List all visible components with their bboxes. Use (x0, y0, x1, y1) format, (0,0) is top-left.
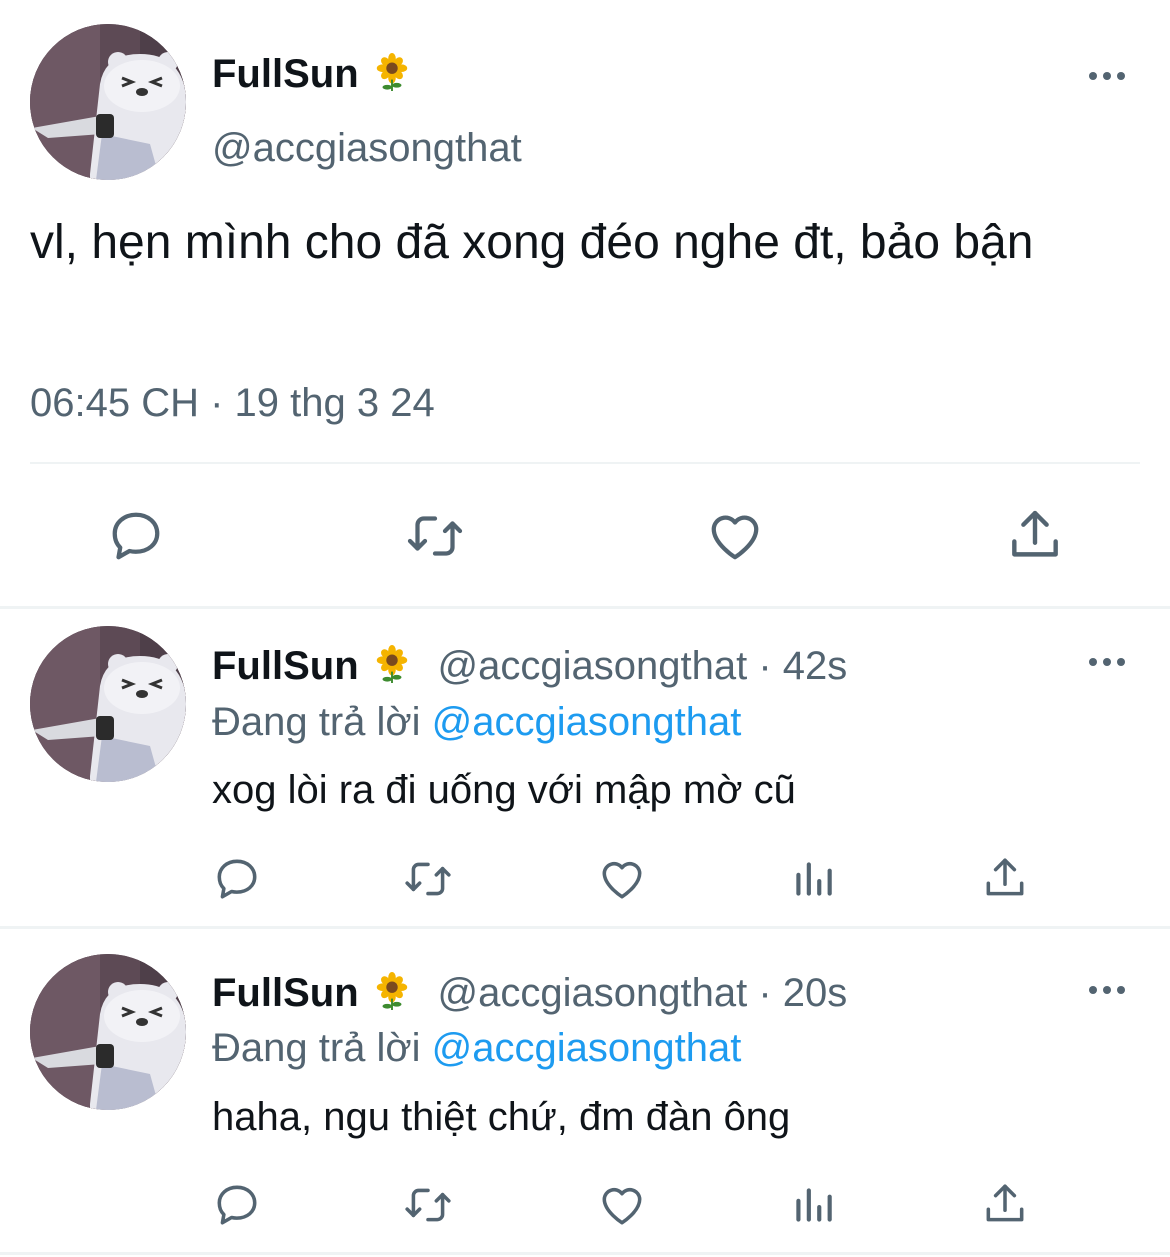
section-divider (0, 1252, 1170, 1255)
retweet-icon[interactable] (402, 1180, 454, 1230)
handle[interactable]: @accgiasongthat (212, 126, 522, 171)
tweet-text: xog lòi ra đi uống với mập mờ cũ (212, 768, 796, 812)
reply-icon[interactable] (212, 1180, 262, 1230)
like-icon[interactable] (596, 854, 648, 904)
more-options-icon[interactable] (1089, 980, 1125, 1000)
display-name[interactable]: FullSun (212, 52, 359, 96)
handle-time[interactable]: @accgiasongthat · 42s (438, 644, 848, 688)
tweet-text: haha, ngu thiệt chứ, đm đàn ông (212, 1095, 791, 1139)
section-divider (0, 926, 1170, 929)
views-icon[interactable] (788, 854, 838, 904)
author-row: FullSun @accgiasongthat · 42s (212, 644, 847, 689)
tweet-text: vl, hẹn mình cho đã xong đéo nghe đt, bả… (30, 216, 1034, 269)
replying-to: Đang trả lời @accgiasongthat (212, 700, 741, 745)
retweet-icon[interactable] (402, 854, 454, 904)
avatar[interactable] (30, 626, 186, 782)
sunflower-icon (373, 645, 411, 683)
timestamp[interactable]: 06:45 CH · 19 thg 3 24 (30, 381, 435, 426)
share-icon[interactable] (1004, 504, 1066, 566)
replying-to-label: Đang trả lời (212, 1026, 421, 1070)
mention-link[interactable]: @accgiasongthat (432, 700, 742, 744)
author-row: FullSun @accgiasongthat · 20s (212, 971, 847, 1016)
avatar[interactable] (30, 24, 186, 180)
views-icon[interactable] (788, 1180, 838, 1230)
display-name[interactable]: FullSun (212, 971, 359, 1015)
sunflower-icon (373, 972, 411, 1010)
share-icon[interactable] (980, 1178, 1030, 1230)
sunflower-icon (373, 53, 411, 91)
section-divider (0, 606, 1170, 609)
avatar[interactable] (30, 954, 186, 1110)
retweet-icon[interactable] (404, 506, 466, 566)
divider (30, 462, 1140, 464)
more-options-icon[interactable] (1089, 66, 1125, 86)
mention-link[interactable]: @accgiasongthat (432, 1026, 742, 1070)
replying-to-label: Đang trả lời (212, 700, 421, 744)
handle-time[interactable]: @accgiasongthat · 20s (438, 971, 848, 1015)
author-name-row: FullSun (212, 52, 411, 97)
like-icon[interactable] (596, 1180, 648, 1230)
reply-icon[interactable] (212, 854, 262, 904)
display-name[interactable]: FullSun (212, 644, 359, 688)
like-icon[interactable] (704, 506, 766, 566)
replying-to: Đang trả lời @accgiasongthat (212, 1026, 741, 1071)
share-icon[interactable] (980, 852, 1030, 904)
reply-icon[interactable] (106, 506, 166, 566)
more-options-icon[interactable] (1089, 652, 1125, 672)
